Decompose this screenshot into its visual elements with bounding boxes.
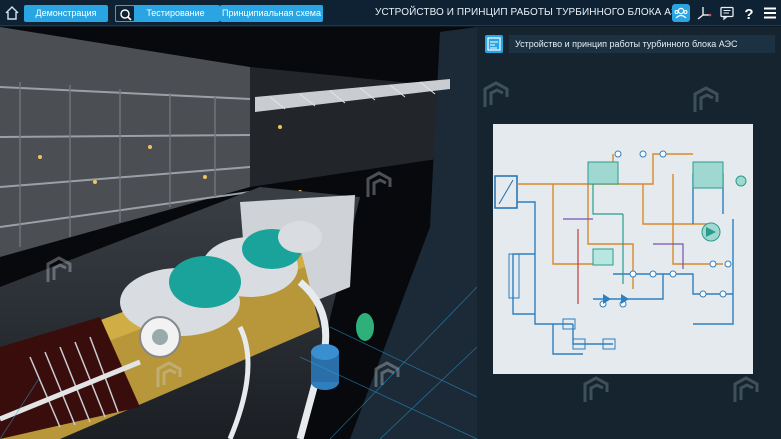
axes-icon[interactable] (695, 4, 713, 22)
watermark-logo-icon (483, 81, 509, 107)
chat-icon[interactable] (718, 4, 736, 22)
svg-text:?: ? (744, 6, 753, 22)
search-icon (115, 5, 135, 22)
menu-icon[interactable] (761, 4, 779, 22)
user-group-icon[interactable] (672, 4, 690, 22)
tab-schematic-label: Принципиальная схема (222, 8, 321, 18)
page-title: УСТРОЙСТВО И ПРИНЦИП РАБОТЫ ТУРБИННОГО Б… (375, 7, 686, 18)
scheme-icon[interactable] (485, 35, 503, 53)
tab-demonstration[interactable]: Демонстрация (24, 5, 108, 22)
watermark-logo-icon (693, 86, 719, 112)
home-icon[interactable] (3, 4, 21, 22)
schematic-diagram[interactable] (493, 124, 753, 374)
watermark-logo-icon (733, 376, 759, 402)
watermark-logo-icon (156, 361, 182, 387)
tab-schematic[interactable]: Принципиальная схема (220, 5, 323, 22)
schematic-panel: Устройство и принцип работы турбинного б… (477, 27, 781, 439)
watermark-logo-icon (583, 376, 609, 402)
top-toolbar: Демонстрация Тестирование Принципиальная… (0, 0, 781, 26)
help-icon[interactable]: ? (740, 4, 758, 22)
watermark-logo-icon (374, 361, 400, 387)
panel-title: Устройство и принцип работы турбинного б… (509, 35, 775, 53)
watermark-logo-icon (366, 171, 392, 197)
tab-testing-label: Тестирование (146, 8, 205, 18)
turbine-hall-3d-view[interactable] (0, 27, 477, 439)
panel-header: Устройство и принцип работы турбинного б… (485, 35, 775, 53)
turbine-block-schematic (494, 150, 747, 355)
tab-demonstration-label: Демонстрация (35, 8, 97, 18)
tab-testing[interactable]: Тестирование (115, 5, 220, 22)
watermark-logo-icon (46, 256, 72, 282)
